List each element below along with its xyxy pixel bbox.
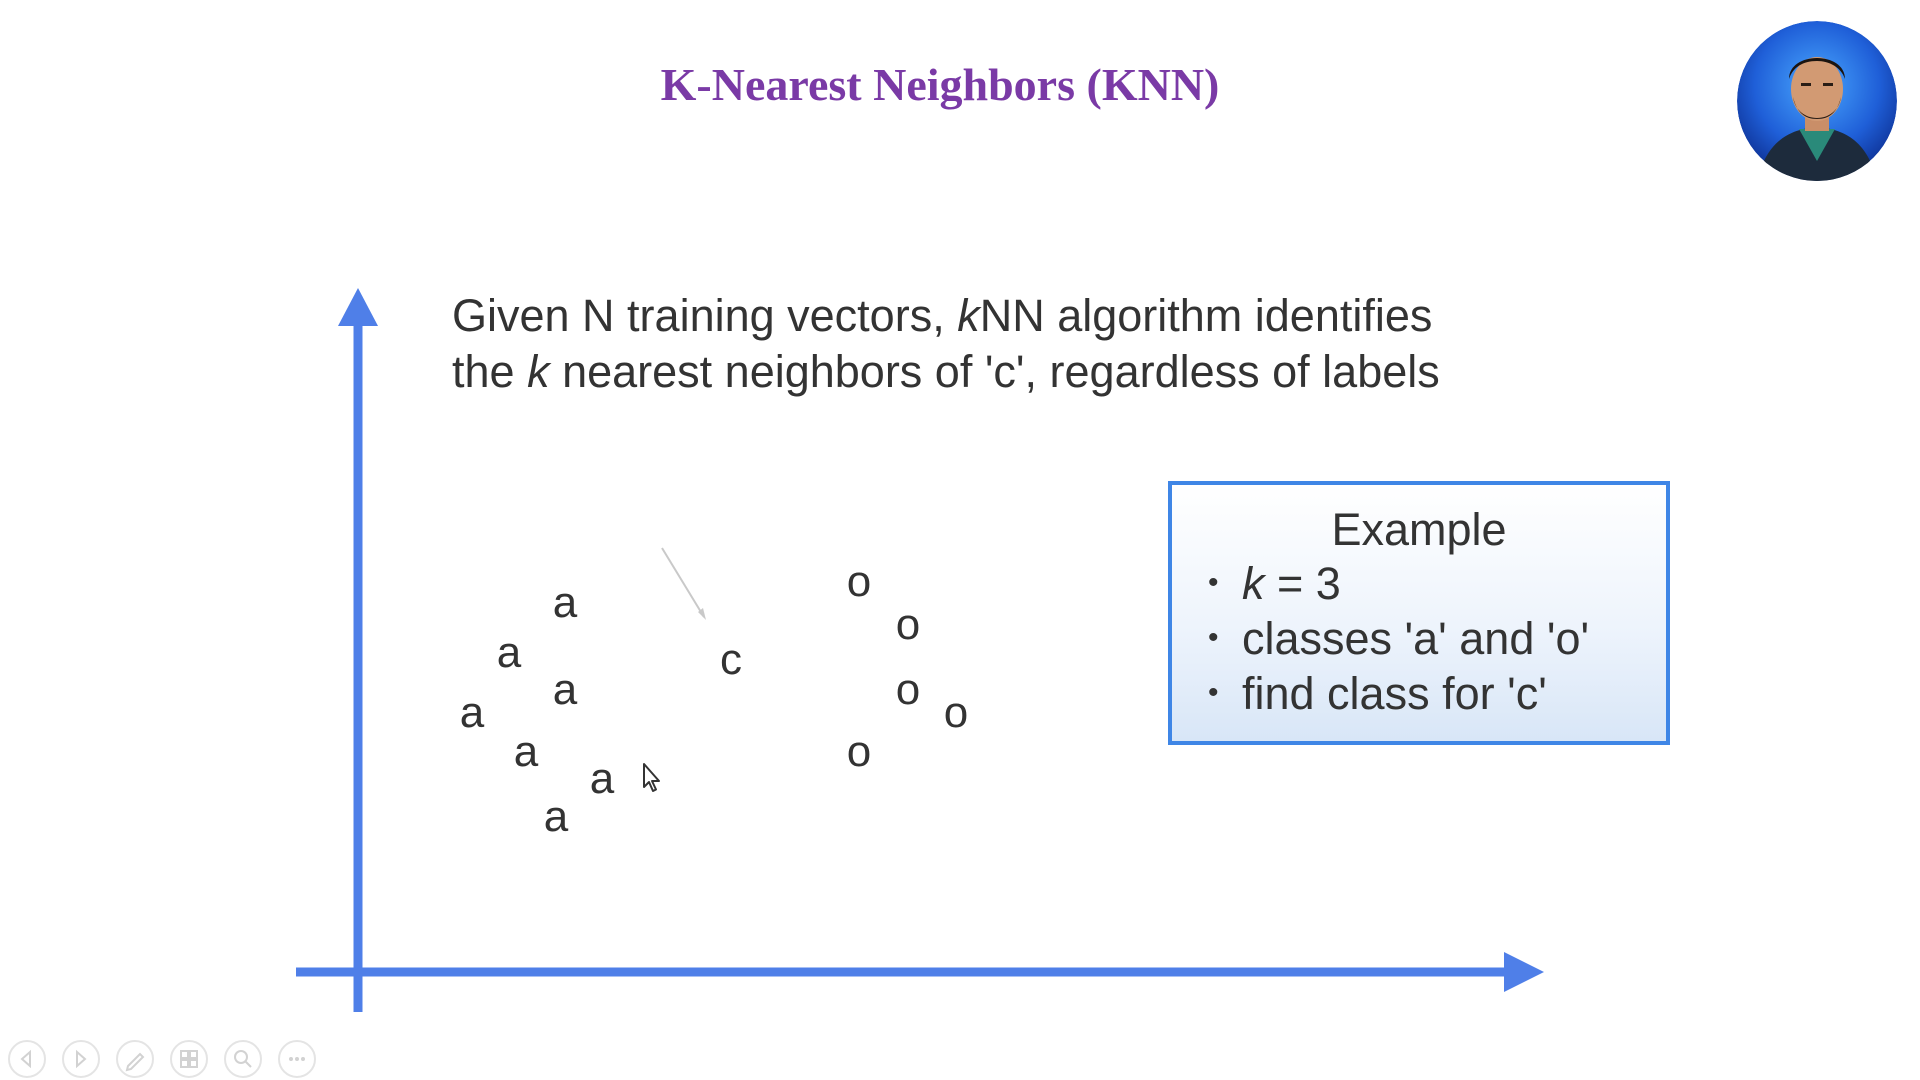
more-options-icon bbox=[289, 1057, 305, 1061]
example-item-classes: • classes 'a' and 'o' bbox=[1208, 613, 1590, 664]
example-item-k: • k = 3 bbox=[1208, 558, 1341, 609]
example-title: Example bbox=[1331, 504, 1507, 555]
mouse-cursor-icon bbox=[643, 763, 660, 792]
pen-icon bbox=[125, 1052, 145, 1072]
bullet: • bbox=[1208, 676, 1219, 710]
previous-slide-button[interactable] bbox=[8, 1040, 46, 1078]
bullet: • bbox=[1208, 621, 1219, 655]
slides-grid-icon bbox=[180, 1050, 198, 1068]
zoom-button[interactable] bbox=[224, 1040, 262, 1078]
previous-slide-icon bbox=[20, 1049, 31, 1069]
example-item-find: • find class for 'c' bbox=[1208, 668, 1547, 719]
next-slide-button[interactable] bbox=[62, 1040, 100, 1078]
next-slide-icon bbox=[76, 1049, 87, 1069]
zoom-icon bbox=[234, 1050, 252, 1068]
slide: K-Nearest Neighbors (KNN) Given N traini… bbox=[0, 0, 1920, 1080]
pen-button[interactable] bbox=[116, 1040, 154, 1078]
see-all-slides-button[interactable] bbox=[170, 1040, 208, 1078]
more-options-button[interactable] bbox=[278, 1040, 316, 1078]
example-box: Example • k = 3 • classes 'a' and 'o' • fin… bbox=[1168, 481, 1670, 745]
bullet: • bbox=[1208, 566, 1219, 600]
